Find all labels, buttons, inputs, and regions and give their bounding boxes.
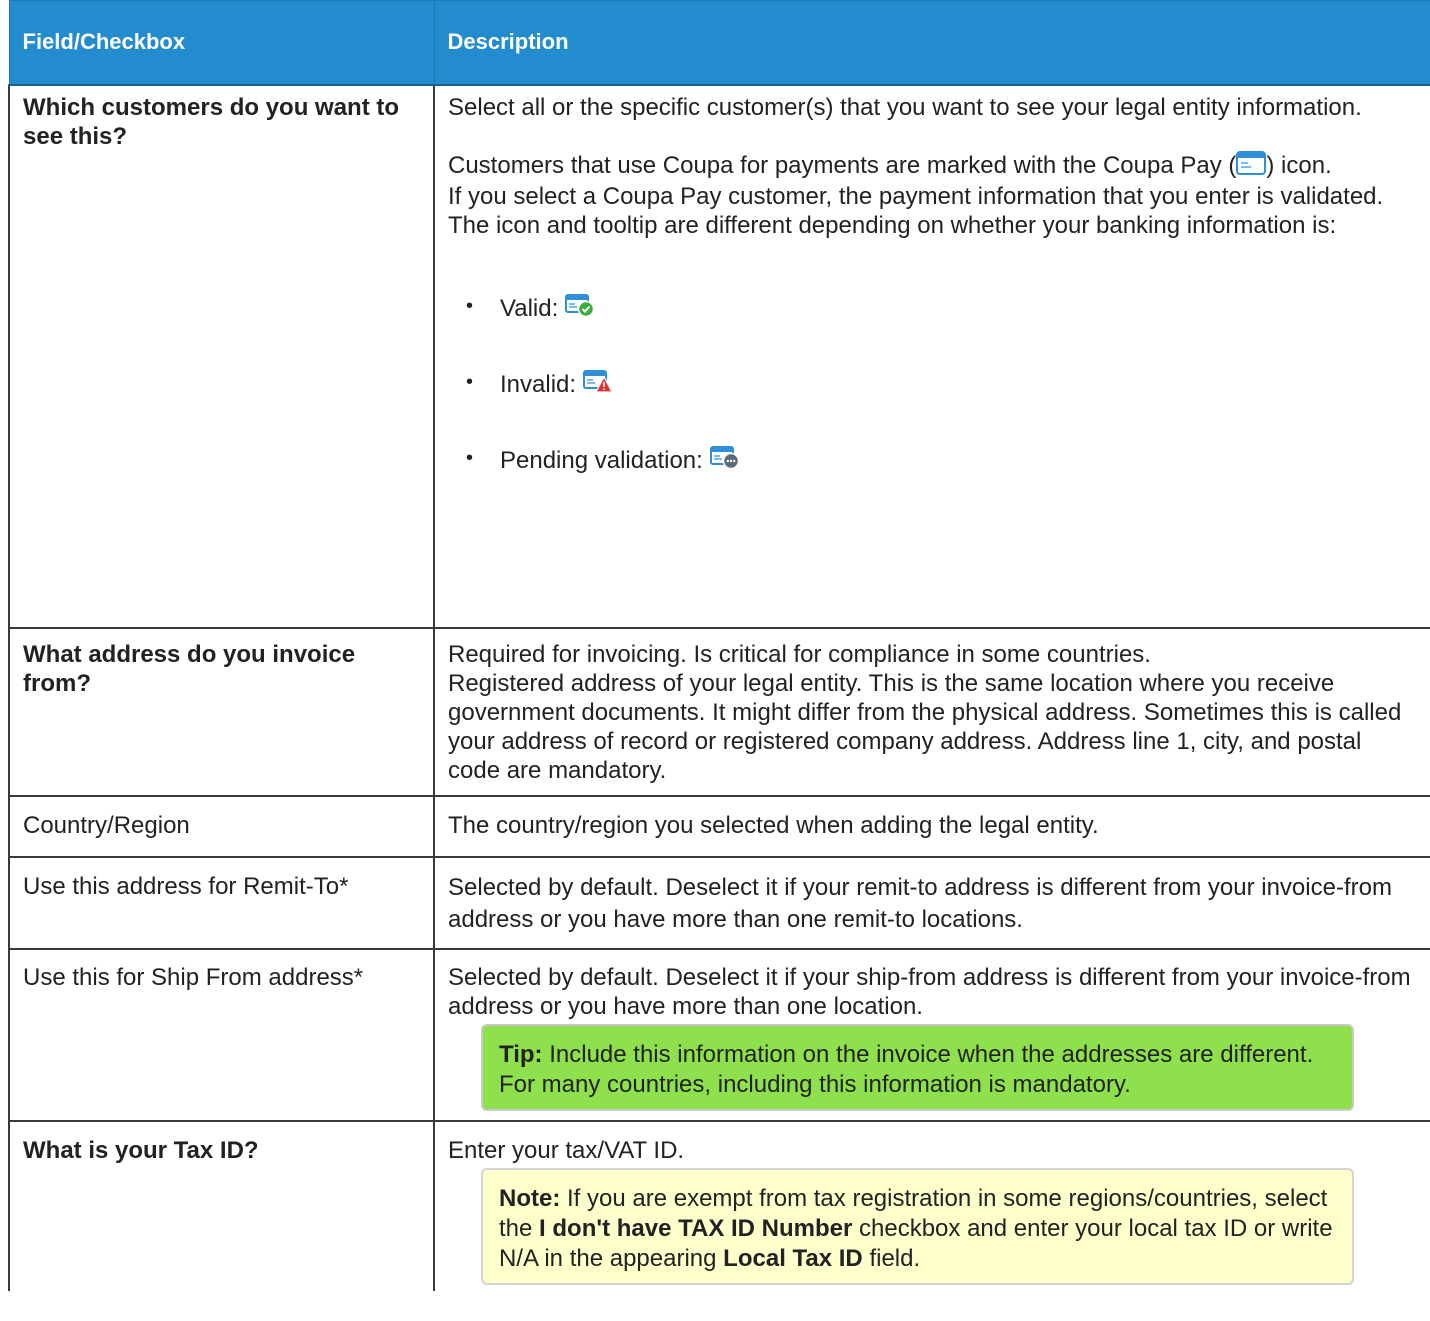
tip-label: Tip: [499,1040,543,1068]
note-field-name: Local Tax ID [723,1244,863,1272]
note-callout: Note: If you are exempt from tax registr… [481,1167,1354,1285]
table-row: Use this address for Remit-To* Selected … [8,855,1430,950]
description-coupa-pay: Customers that use Coupa for payments ar… [448,150,1417,182]
table-row: Which customers do you want to see this?… [8,83,1430,629]
table-row: What is your Tax ID? Enter your tax/VAT … [8,1119,1430,1291]
coupa-pay-text-after: ) icon. [1266,151,1332,179]
payment-status-list: • Valid: • Invalid: • Pending validation: [448,292,1417,477]
field-tax-id: What is your Tax ID? [8,1119,435,1291]
description-intro: Select all or the specific customer(s) t… [448,93,1362,121]
field-invoice-address: What address do you invoice from? [8,626,435,797]
invoice-address-line-2: Registered address of your legal entity.… [448,669,1402,784]
note-checkbox-name: I don't have TAX ID Number [539,1214,853,1242]
list-item: • Pending validation: [466,444,1417,477]
tip-text: Include this information on the invoice … [499,1040,1314,1098]
field-which-customers: Which customers do you want to see this? [8,83,435,629]
status-label-invalid: Invalid: [500,370,577,398]
status-label-valid: Valid: [500,294,559,322]
header-field-checkbox: Field/Checkbox [8,0,435,86]
description-tax-id: Enter your tax/VAT ID. Note: If you are … [433,1119,1430,1291]
bullet: • [466,294,474,317]
ship-from-description: Selected by default. Deselect it if your… [448,963,1411,1020]
tax-id-description: Enter your tax/VAT ID. [448,1136,685,1164]
field-ship-from: Use this for Ship From address* [8,947,435,1122]
table-row: What address do you invoice from? Requir… [8,626,1430,797]
field-remit-to: Use this address for Remit-To* [8,855,435,950]
description-which-customers: Select all or the specific customer(s) t… [433,83,1430,629]
field-country-region: Country/Region [8,794,435,858]
bullet: • [466,446,474,469]
note-label: Note: [499,1184,561,1212]
invoice-address-line-1: Required for invoicing. Is critical for … [448,640,1151,668]
description-ship-from: Selected by default. Deselect it if your… [433,947,1430,1122]
field-description-table: Field/Checkbox Description Which custome… [8,0,1430,1291]
description-invoice-address: Required for invoicing. Is critical for … [433,626,1430,797]
list-item: • Invalid: [466,368,1417,401]
coupa-pay-icon [1236,150,1267,182]
status-label-pending: Pending validation: [500,446,703,474]
description-country-region: The country/region you selected when add… [433,794,1430,858]
valid-payment-icon [564,292,595,325]
coupa-pay-text-before: Customers that use Coupa for payments ar… [448,151,1237,179]
list-item: • Valid: [466,292,1417,325]
tip-callout: Tip: Include this information on the inv… [481,1023,1354,1111]
table-row: Country/Region The country/region you se… [8,794,1430,858]
table-row: Use this for Ship From address* Selected… [8,947,1430,1122]
bullet: • [466,370,474,393]
pending-payment-icon [709,444,740,477]
invalid-payment-icon [582,368,613,401]
description-remit-to: Selected by default. Deselect it if your… [433,855,1430,950]
header-description: Description [433,0,1430,86]
description-validation: If you select a Coupa Pay customer, the … [448,182,1384,239]
note-text-3: field. [869,1244,921,1272]
table-header-row: Field/Checkbox Description [8,0,1430,86]
